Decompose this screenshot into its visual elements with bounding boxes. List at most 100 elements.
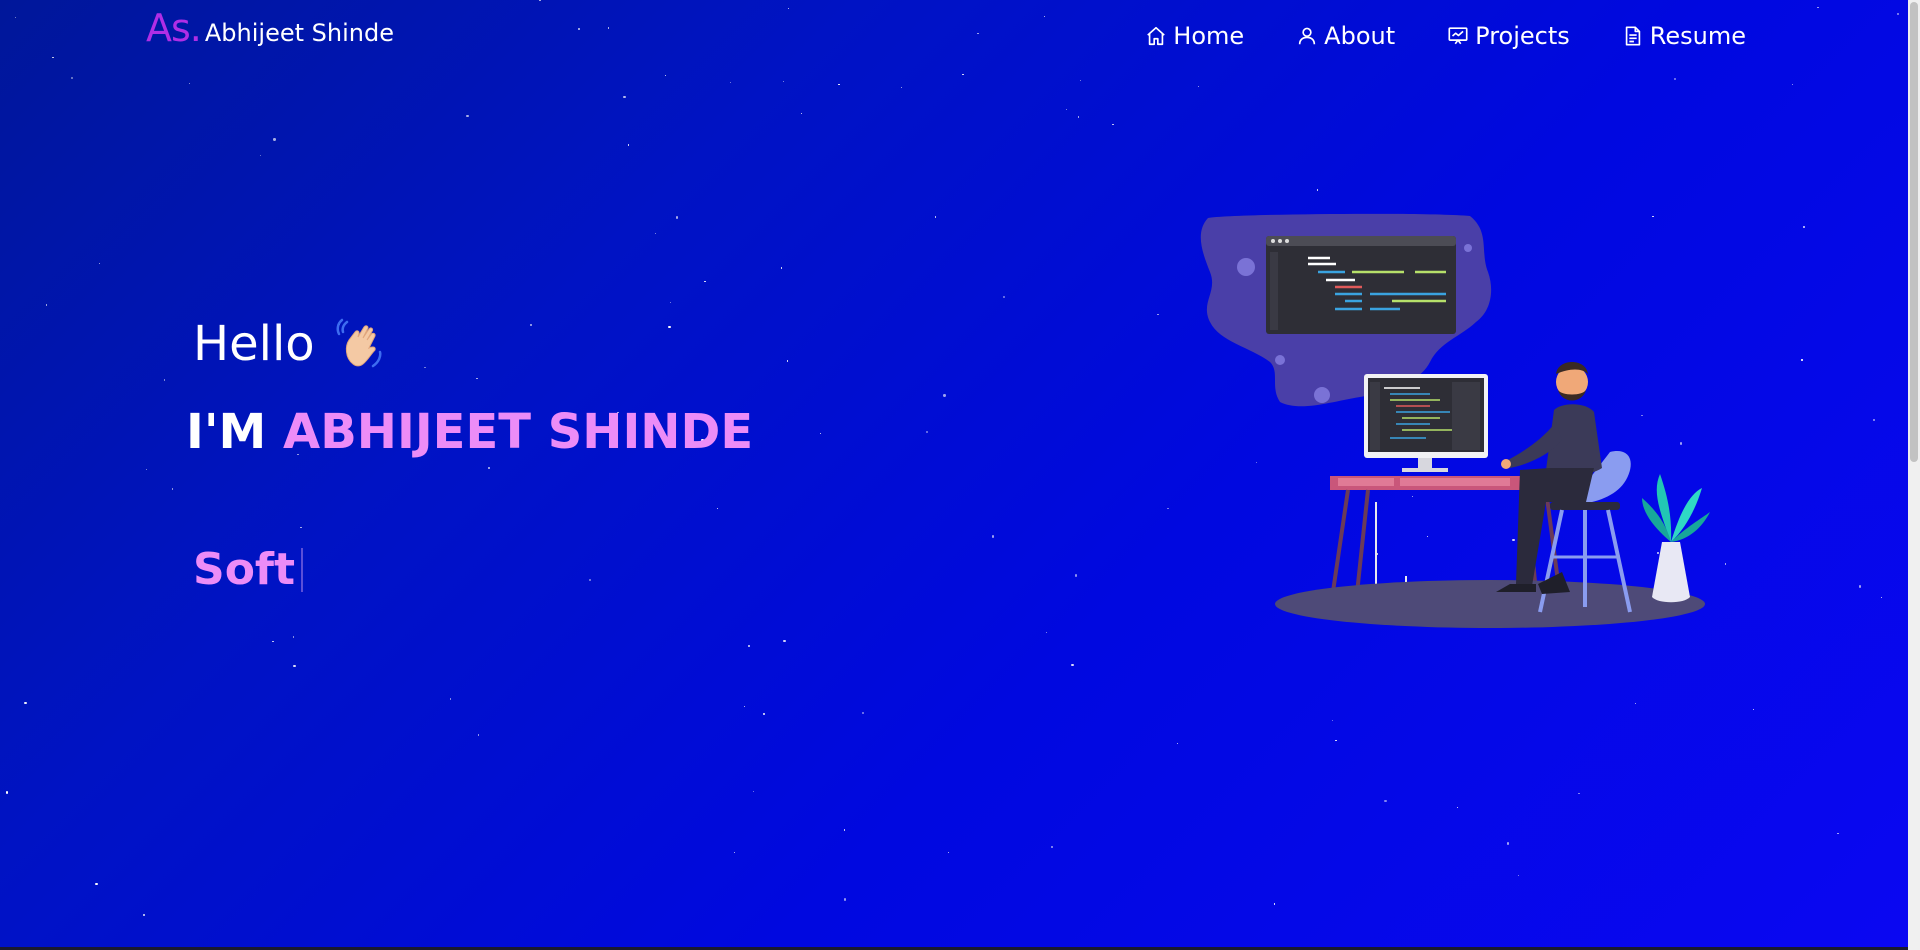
star: [1051, 846, 1053, 848]
star: [668, 326, 671, 329]
star: [530, 324, 532, 326]
star: [843, 829, 845, 831]
star: [943, 394, 946, 397]
star: [1801, 359, 1803, 361]
nav-home-label: Home: [1173, 22, 1245, 50]
star: [1176, 742, 1178, 745]
star: [1880, 597, 1883, 599]
star: [1274, 903, 1276, 905]
star: [1802, 225, 1805, 229]
star: [1872, 418, 1876, 422]
nav-home[interactable]: Home: [1145, 22, 1244, 50]
star: [98, 262, 101, 265]
typewriter-cursor: [301, 547, 304, 592]
nav-projects[interactable]: Projects: [1447, 22, 1570, 50]
star: [1578, 792, 1580, 795]
nav-about[interactable]: About: [1296, 22, 1395, 50]
star: [991, 535, 995, 538]
star: [1752, 708, 1754, 711]
star: [1045, 631, 1047, 633]
star: [143, 914, 145, 916]
star: [1456, 806, 1459, 809]
star: [675, 216, 679, 219]
typewriter-value: Soft: [193, 544, 296, 595]
star: [1002, 295, 1005, 299]
star: [733, 851, 736, 853]
star: [477, 734, 479, 736]
navbar: As. Abhijeet Shinde Home About Projects: [0, 0, 1908, 78]
star: [449, 698, 452, 700]
star: [1331, 719, 1333, 722]
nav-links: Home About Projects Resume: [1093, 22, 1746, 50]
scrollbar[interactable]: [1908, 0, 1920, 950]
star: [424, 366, 426, 369]
star: [753, 790, 755, 792]
star: [934, 216, 937, 218]
star: [730, 81, 732, 84]
im-text: I'M: [186, 404, 267, 460]
star: [1791, 83, 1794, 86]
star: [1517, 874, 1519, 877]
star: [838, 84, 840, 86]
star: [1071, 663, 1074, 666]
nav-projects-label: Projects: [1475, 22, 1570, 50]
star: [654, 233, 656, 235]
star: [1837, 832, 1839, 835]
star: [1507, 842, 1510, 845]
star: [259, 154, 262, 157]
star: [1077, 116, 1079, 118]
star: [1384, 800, 1387, 803]
star: [171, 488, 174, 490]
star: [763, 713, 765, 715]
star: [5, 791, 9, 794]
hero-greeting: Hello: [193, 316, 389, 372]
star: [844, 898, 847, 901]
star: [95, 882, 98, 886]
star: [164, 379, 166, 381]
star: [292, 636, 295, 638]
waving-hand-icon: [336, 318, 382, 368]
star: [1724, 563, 1726, 565]
star: [1167, 507, 1169, 510]
brand-logo[interactable]: As. Abhijeet Shinde: [146, 6, 394, 50]
star: [1197, 86, 1200, 88]
star: [786, 360, 789, 362]
star: [925, 431, 929, 434]
brand-name: Abhijeet Shinde: [204, 19, 394, 47]
star: [819, 432, 822, 435]
typewriter-text: Soft: [193, 544, 304, 595]
star: [1316, 189, 1319, 191]
nav-resume[interactable]: Resume: [1622, 22, 1746, 50]
hello-text: Hello: [193, 316, 315, 372]
star: [900, 87, 903, 89]
star: [716, 507, 719, 509]
star: [747, 644, 751, 648]
star: [1065, 108, 1067, 110]
star: [704, 280, 706, 283]
star: [1074, 574, 1077, 577]
star: [780, 267, 782, 269]
star: [1157, 313, 1159, 315]
star: [800, 113, 803, 115]
star: [623, 95, 626, 99]
star: [1112, 123, 1114, 126]
star: [782, 80, 785, 83]
star: [145, 468, 147, 471]
star: [1634, 702, 1637, 704]
star: [743, 705, 746, 707]
nav-about-label: About: [1324, 22, 1396, 50]
star: [670, 301, 672, 304]
star: [588, 578, 591, 581]
brand-mark: As.: [146, 6, 202, 50]
star: [1674, 77, 1677, 81]
home-icon: [1147, 26, 1166, 46]
star: [300, 526, 302, 529]
scrollbar-thumb[interactable]: [1910, 2, 1918, 462]
star: [45, 304, 48, 306]
star: [476, 377, 478, 380]
projects-icon: [1448, 27, 1468, 45]
user-icon: [1299, 27, 1316, 45]
star: [188, 82, 191, 85]
nav-resume-label: Resume: [1649, 22, 1746, 50]
star: [861, 711, 864, 715]
